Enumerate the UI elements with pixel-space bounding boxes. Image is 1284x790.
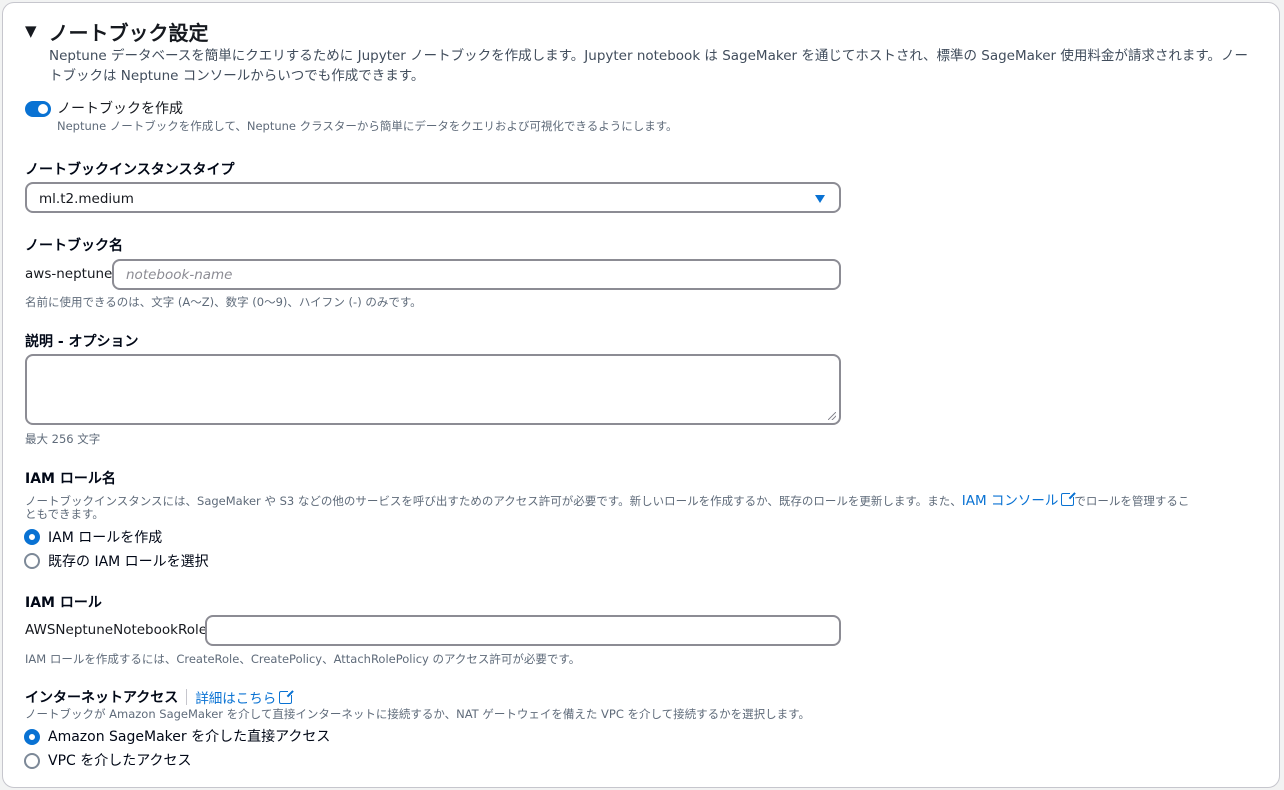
description-textarea-field[interactable] bbox=[25, 354, 841, 425]
section-header[interactable]: ▼ ノートブック設定 bbox=[25, 17, 209, 46]
radio-direct-access[interactable] bbox=[24, 729, 40, 745]
section-title: ノートブック設定 bbox=[48, 21, 209, 45]
info-link-text[interactable]: 詳細はこちら bbox=[195, 691, 276, 707]
iam-role-hint: IAM ロールを作成するには、CreateRole、CreatePolicy、A… bbox=[25, 652, 581, 666]
external-link-icon[interactable] bbox=[1061, 491, 1077, 506]
iam-role-label: IAM ロール bbox=[25, 595, 102, 611]
notebook-settings-panel: ▼ ノートブック設定 Neptune データベースを簡単にクエリするために Ju… bbox=[2, 2, 1280, 788]
instance-type-select[interactable]: ml.t2.medium bbox=[25, 182, 841, 213]
iam-role-field[interactable] bbox=[205, 615, 841, 646]
notebook-name-hint: 名前に使用できるのは、文字 (A〜Z)、数字 (0〜9)、ハイフン (-) のみ… bbox=[25, 295, 422, 309]
instance-type-value: ml.t2.medium bbox=[39, 191, 134, 207]
create-notebook-toggle[interactable] bbox=[25, 101, 51, 117]
notebook-name-input[interactable] bbox=[114, 261, 839, 288]
divider bbox=[186, 689, 188, 705]
description-hint: 最大 256 文字 bbox=[25, 432, 101, 446]
notebook-name-label: ノートブック名 bbox=[25, 238, 123, 254]
description-label: 説明 - オプション bbox=[25, 334, 139, 350]
radio-create-iam-role-label[interactable]: IAM ロールを作成 bbox=[48, 527, 162, 547]
iam-role-desc-part1: ノートブックインスタンスには、SageMaker や S3 などの他のサービスを… bbox=[25, 494, 962, 508]
internet-access-label: インターネットアクセス bbox=[25, 690, 179, 706]
radio-create-iam-role[interactable] bbox=[24, 529, 40, 545]
radio-existing-iam-role[interactable] bbox=[24, 553, 40, 569]
internet-access-header: インターネットアクセス 詳細はこちら bbox=[25, 687, 295, 707]
description-textarea[interactable] bbox=[27, 356, 839, 423]
create-notebook-description: Neptune ノートブックを作成して、Neptune クラスターから簡単にデー… bbox=[57, 119, 678, 133]
external-link-icon[interactable] bbox=[279, 689, 295, 704]
toggle-knob bbox=[38, 104, 48, 114]
radio-vpc-access-label[interactable]: VPC を介したアクセス bbox=[48, 750, 192, 770]
section-description-line2: トブックは Neptune コンソールからいつでも作成できます。 bbox=[49, 68, 425, 84]
internet-access-description: ノートブックが Amazon SageMaker を介して直接インターネットに接… bbox=[25, 707, 811, 721]
instance-type-label: ノートブックインスタンスタイプ bbox=[25, 162, 235, 178]
info-link[interactable]: 詳細はこちら bbox=[195, 687, 295, 707]
dropdown-arrow-icon bbox=[815, 195, 825, 203]
resize-grip-icon[interactable] bbox=[828, 412, 836, 420]
iam-role-prefix: AWSNeptuneNotebookRole- bbox=[25, 622, 212, 638]
create-notebook-label[interactable]: ノートブックを作成 bbox=[57, 98, 183, 118]
iam-role-desc-part2: でロールを管理するこ bbox=[1074, 494, 1190, 508]
iam-role-name-description-line2: ともできます。 bbox=[25, 507, 104, 521]
iam-console-link-text[interactable]: IAM コンソール bbox=[962, 493, 1059, 509]
radio-existing-iam-role-label[interactable]: 既存の IAM ロールを選択 bbox=[48, 551, 209, 571]
radio-vpc-access[interactable] bbox=[24, 753, 40, 769]
iam-role-name-label: IAM ロール名 bbox=[25, 471, 116, 487]
caret-down-icon[interactable]: ▼ bbox=[25, 22, 37, 40]
section-description-line1: Neptune データベースを簡単にクエリするために Jupyter ノートブッ… bbox=[49, 48, 1249, 64]
iam-role-input[interactable] bbox=[207, 617, 839, 644]
notebook-name-prefix: aws-neptune- bbox=[25, 266, 118, 282]
iam-role-name-description: ノートブックインスタンスには、SageMaker や S3 などの他のサービスを… bbox=[25, 489, 1189, 509]
iam-console-link[interactable]: IAM コンソール bbox=[962, 491, 1077, 509]
notebook-name-field[interactable] bbox=[112, 259, 841, 290]
radio-direct-access-label[interactable]: Amazon SageMaker を介した直接アクセス bbox=[48, 726, 330, 746]
